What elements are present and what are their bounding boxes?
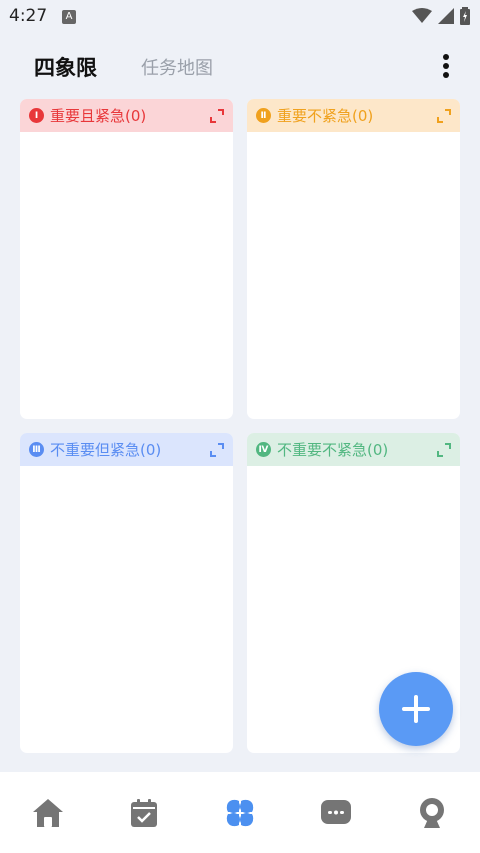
more-options-icon[interactable] [436,52,456,80]
calendar-check-icon [131,799,157,827]
quadrant-header: Ⅱ 重要不紧急(0) [247,99,460,132]
nav-messages[interactable] [319,796,353,830]
bottom-nav [0,772,480,853]
quadrant-title: 不重要但紧急(0) [50,441,162,459]
quadrant-not-important-urgent[interactable]: Ⅲ 不重要但紧急(0) [20,433,233,753]
quadrant-number-icon: Ⅰ [29,108,44,123]
system-icons [412,7,470,25]
chat-bubble-icon [321,800,351,824]
add-task-button[interactable] [379,672,453,746]
plus-icon [402,695,430,723]
nav-calendar[interactable] [127,796,161,830]
top-header: 四象限 任务地图 [0,40,480,90]
expand-icon[interactable] [436,108,452,124]
quadrant-header: Ⅰ 重要且紧急(0) [20,99,233,132]
quadrant-title: 重要不紧急(0) [277,107,374,125]
quadrant-title: 重要且紧急(0) [50,107,147,125]
quadrant-number-icon: Ⅱ [256,108,271,123]
battery-icon [460,7,470,25]
quadrant-number-icon: Ⅲ [29,442,44,457]
notification-badge: A [62,10,76,24]
nav-quadrants[interactable] [223,796,257,830]
status-time: 4:27 [9,6,48,26]
tab-quadrants[interactable]: 四象限 [34,52,97,82]
home-icon [33,799,63,827]
status-bar: 4:27 A [0,0,480,34]
expand-icon[interactable] [209,442,225,458]
nav-profile[interactable] [415,796,449,830]
nav-home[interactable] [31,796,65,830]
profile-icon [420,798,444,828]
quadrant-important-not-urgent[interactable]: Ⅱ 重要不紧急(0) [247,99,460,419]
quadrant-number-icon: Ⅳ [256,442,271,457]
quadrant-title: 不重要不紧急(0) [277,441,389,459]
quadrant-header: Ⅲ 不重要但紧急(0) [20,433,233,466]
signal-icon [438,8,454,24]
quadrant-important-urgent[interactable]: Ⅰ 重要且紧急(0) [20,99,233,419]
tab-task-map[interactable]: 任务地图 [141,54,213,80]
quadrant-header: Ⅳ 不重要不紧急(0) [247,433,460,466]
expand-icon[interactable] [436,442,452,458]
quadrants-icon [226,799,254,827]
expand-icon[interactable] [209,108,225,124]
wifi-icon [412,8,432,23]
